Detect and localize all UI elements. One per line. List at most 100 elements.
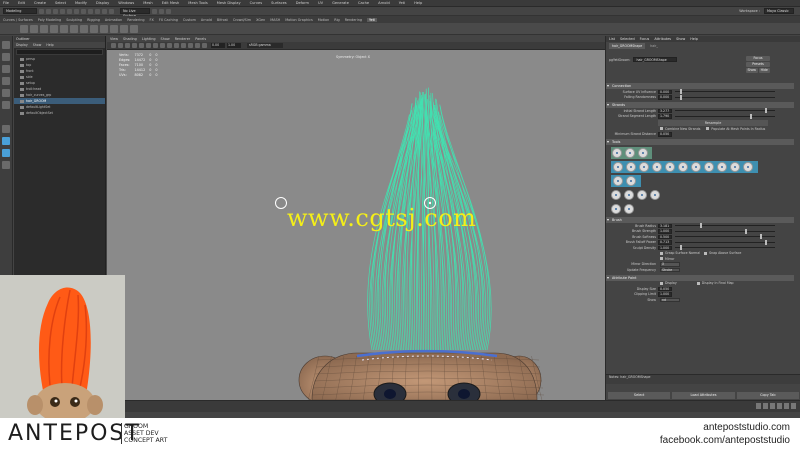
- open-scene-icon[interactable]: [46, 8, 51, 14]
- menu-item-generate[interactable]: Generate: [332, 1, 349, 5]
- populate-checkbox[interactable]: [706, 127, 710, 131]
- freeze-icon[interactable]: [650, 190, 660, 200]
- shelf-tool-icon[interactable]: [60, 24, 68, 33]
- head-mesh[interactable]: [298, 349, 545, 400]
- menu-item-create[interactable]: Create: [34, 1, 46, 5]
- shelf-tab[interactable]: FX Caching: [159, 18, 178, 22]
- shelf-tab[interactable]: Custom: [183, 18, 196, 22]
- colorspace-dropdown[interactable]: sRGB gamma: [247, 43, 283, 48]
- shelf-tool-icon[interactable]: [110, 24, 118, 33]
- slider-handle[interactable]: [760, 234, 762, 240]
- viewport-menu-show[interactable]: Show: [161, 37, 170, 41]
- exposure-field[interactable]: 0.00: [211, 43, 225, 48]
- scale-tool-icon[interactable]: [2, 101, 10, 109]
- shelf-tool-icon[interactable]: [120, 24, 128, 33]
- outliner-search-input[interactable]: [16, 49, 103, 55]
- outliner-layout-icon[interactable]: [2, 161, 10, 169]
- move-brush-icon[interactable]: [691, 162, 701, 172]
- attr-value-field[interactable]: 0.000: [658, 89, 672, 94]
- go-start-icon[interactable]: [756, 403, 761, 409]
- tab-hair-groom-shape[interactable]: hair_GROOMShape: [609, 43, 646, 49]
- redo-icon[interactable]: [67, 8, 72, 14]
- attr-slider[interactable]: [675, 245, 775, 251]
- display-final-checkbox[interactable]: [696, 281, 700, 285]
- shelf-tab[interactable]: Rendering: [345, 18, 362, 22]
- shelf-tab[interactable]: MASH: [270, 18, 280, 22]
- select-tool-icon[interactable]: [2, 41, 10, 49]
- attr-value-field[interactable]: 0.000: [658, 95, 672, 100]
- undo-stroke-icon[interactable]: [611, 204, 621, 214]
- smooth-shade-icon[interactable]: [167, 43, 172, 48]
- viewport-menu-shading[interactable]: Shading: [123, 37, 137, 41]
- attr-slider[interactable]: [675, 113, 775, 119]
- shelf-tool-icon[interactable]: [20, 24, 28, 33]
- mirror-direction-dropdown[interactable]: X: [660, 262, 680, 267]
- slider-handle[interactable]: [750, 113, 752, 119]
- attr-slider[interactable]: [675, 94, 775, 100]
- shelf-tab[interactable]: Bifrost: [217, 18, 228, 22]
- new-scene-icon[interactable]: [39, 8, 44, 14]
- ipr-render-icon[interactable]: [159, 8, 164, 14]
- image-plane-icon[interactable]: [132, 43, 137, 48]
- menu-item-windows[interactable]: Windows: [118, 1, 134, 5]
- step-forward-icon[interactable]: [784, 403, 789, 409]
- play-back-icon[interactable]: [770, 403, 775, 409]
- remove-strand-icon[interactable]: [625, 148, 635, 158]
- push-icon[interactable]: [624, 190, 634, 200]
- scatter-icon[interactable]: [638, 148, 648, 158]
- shelf-tool-icon[interactable]: [80, 24, 88, 33]
- viewport-panel[interactable]: View Shading Lighting Show Renderer Panels 0.…: [107, 36, 605, 400]
- attr-menu-list[interactable]: List: [609, 36, 615, 42]
- outliner-menu-show[interactable]: Show: [33, 42, 42, 48]
- attr-value-field[interactable]: 1.790: [658, 114, 672, 119]
- shelf-tab[interactable]: Yeti: [367, 17, 378, 22]
- attr-value-field[interactable]: 0.500: [658, 234, 672, 239]
- camera-icon[interactable]: [111, 43, 116, 48]
- direction-brush-icon[interactable]: [626, 162, 636, 172]
- shelf-tab[interactable]: Curves / Surfaces: [3, 18, 33, 22]
- select-button[interactable]: Select: [608, 392, 671, 399]
- snap-grid-icon[interactable]: [95, 8, 100, 14]
- select-object-icon[interactable]: [81, 8, 86, 14]
- outliner-menu-display[interactable]: Display: [16, 42, 28, 48]
- attr-slider[interactable]: [675, 89, 775, 95]
- flip-icon[interactable]: [611, 190, 621, 200]
- shelf-tool-icon[interactable]: [50, 24, 58, 33]
- shelf-tab[interactable]: Rig: [334, 18, 339, 22]
- film-gate-icon[interactable]: [146, 43, 151, 48]
- add-strand-icon[interactable]: [612, 148, 622, 158]
- camera-attrs-icon[interactable]: [118, 43, 123, 48]
- menu-item-modify[interactable]: Modify: [75, 1, 87, 5]
- textured-icon[interactable]: [174, 43, 179, 48]
- attr-menu-help[interactable]: Help: [690, 36, 698, 42]
- menu-item-curves[interactable]: Curves: [250, 1, 262, 5]
- single-view-icon[interactable]: [2, 125, 10, 133]
- attr-menu-focus[interactable]: Focus: [640, 36, 650, 42]
- gamma-field[interactable]: 1.00: [227, 43, 241, 48]
- lasso-tool-icon[interactable]: [2, 53, 10, 61]
- attr-value-field[interactable]: 0.713: [658, 240, 672, 245]
- outliner-item[interactable]: defaultObjectSet: [14, 110, 105, 116]
- shelf-tab[interactable]: Rigging: [87, 18, 100, 22]
- shelf-tool-icon[interactable]: [70, 24, 78, 33]
- min-distance-field[interactable]: 0.050: [658, 132, 672, 137]
- select-hierarchy-icon[interactable]: [74, 8, 79, 14]
- viewport-menu-renderer[interactable]: Renderer: [175, 37, 190, 41]
- render-settings-icon[interactable]: [166, 8, 171, 14]
- shelf-tab[interactable]: FX: [150, 18, 154, 22]
- shelf-tool-icon[interactable]: [40, 24, 48, 33]
- attr-menu-attributes[interactable]: Attributes: [654, 36, 671, 42]
- section-brush[interactable]: Brush: [606, 217, 794, 223]
- refresh-icon[interactable]: [624, 204, 634, 214]
- target-icon[interactable]: [637, 190, 647, 200]
- attr-slider[interactable]: [675, 223, 775, 229]
- select-strands-icon[interactable]: [613, 176, 623, 186]
- xray-icon[interactable]: [195, 43, 200, 48]
- facebook-link[interactable]: facebook.com/antepoststudio: [660, 434, 790, 447]
- combine-strands-checkbox[interactable]: [660, 127, 663, 131]
- smooth-brush-icon[interactable]: [717, 162, 727, 172]
- shelf-tab[interactable]: Rendering: [127, 18, 144, 22]
- attr-value-field[interactable]: 1.000: [658, 245, 672, 250]
- attr-menu-show[interactable]: Show: [676, 36, 685, 42]
- shelf-tab[interactable]: Arnold: [201, 18, 212, 22]
